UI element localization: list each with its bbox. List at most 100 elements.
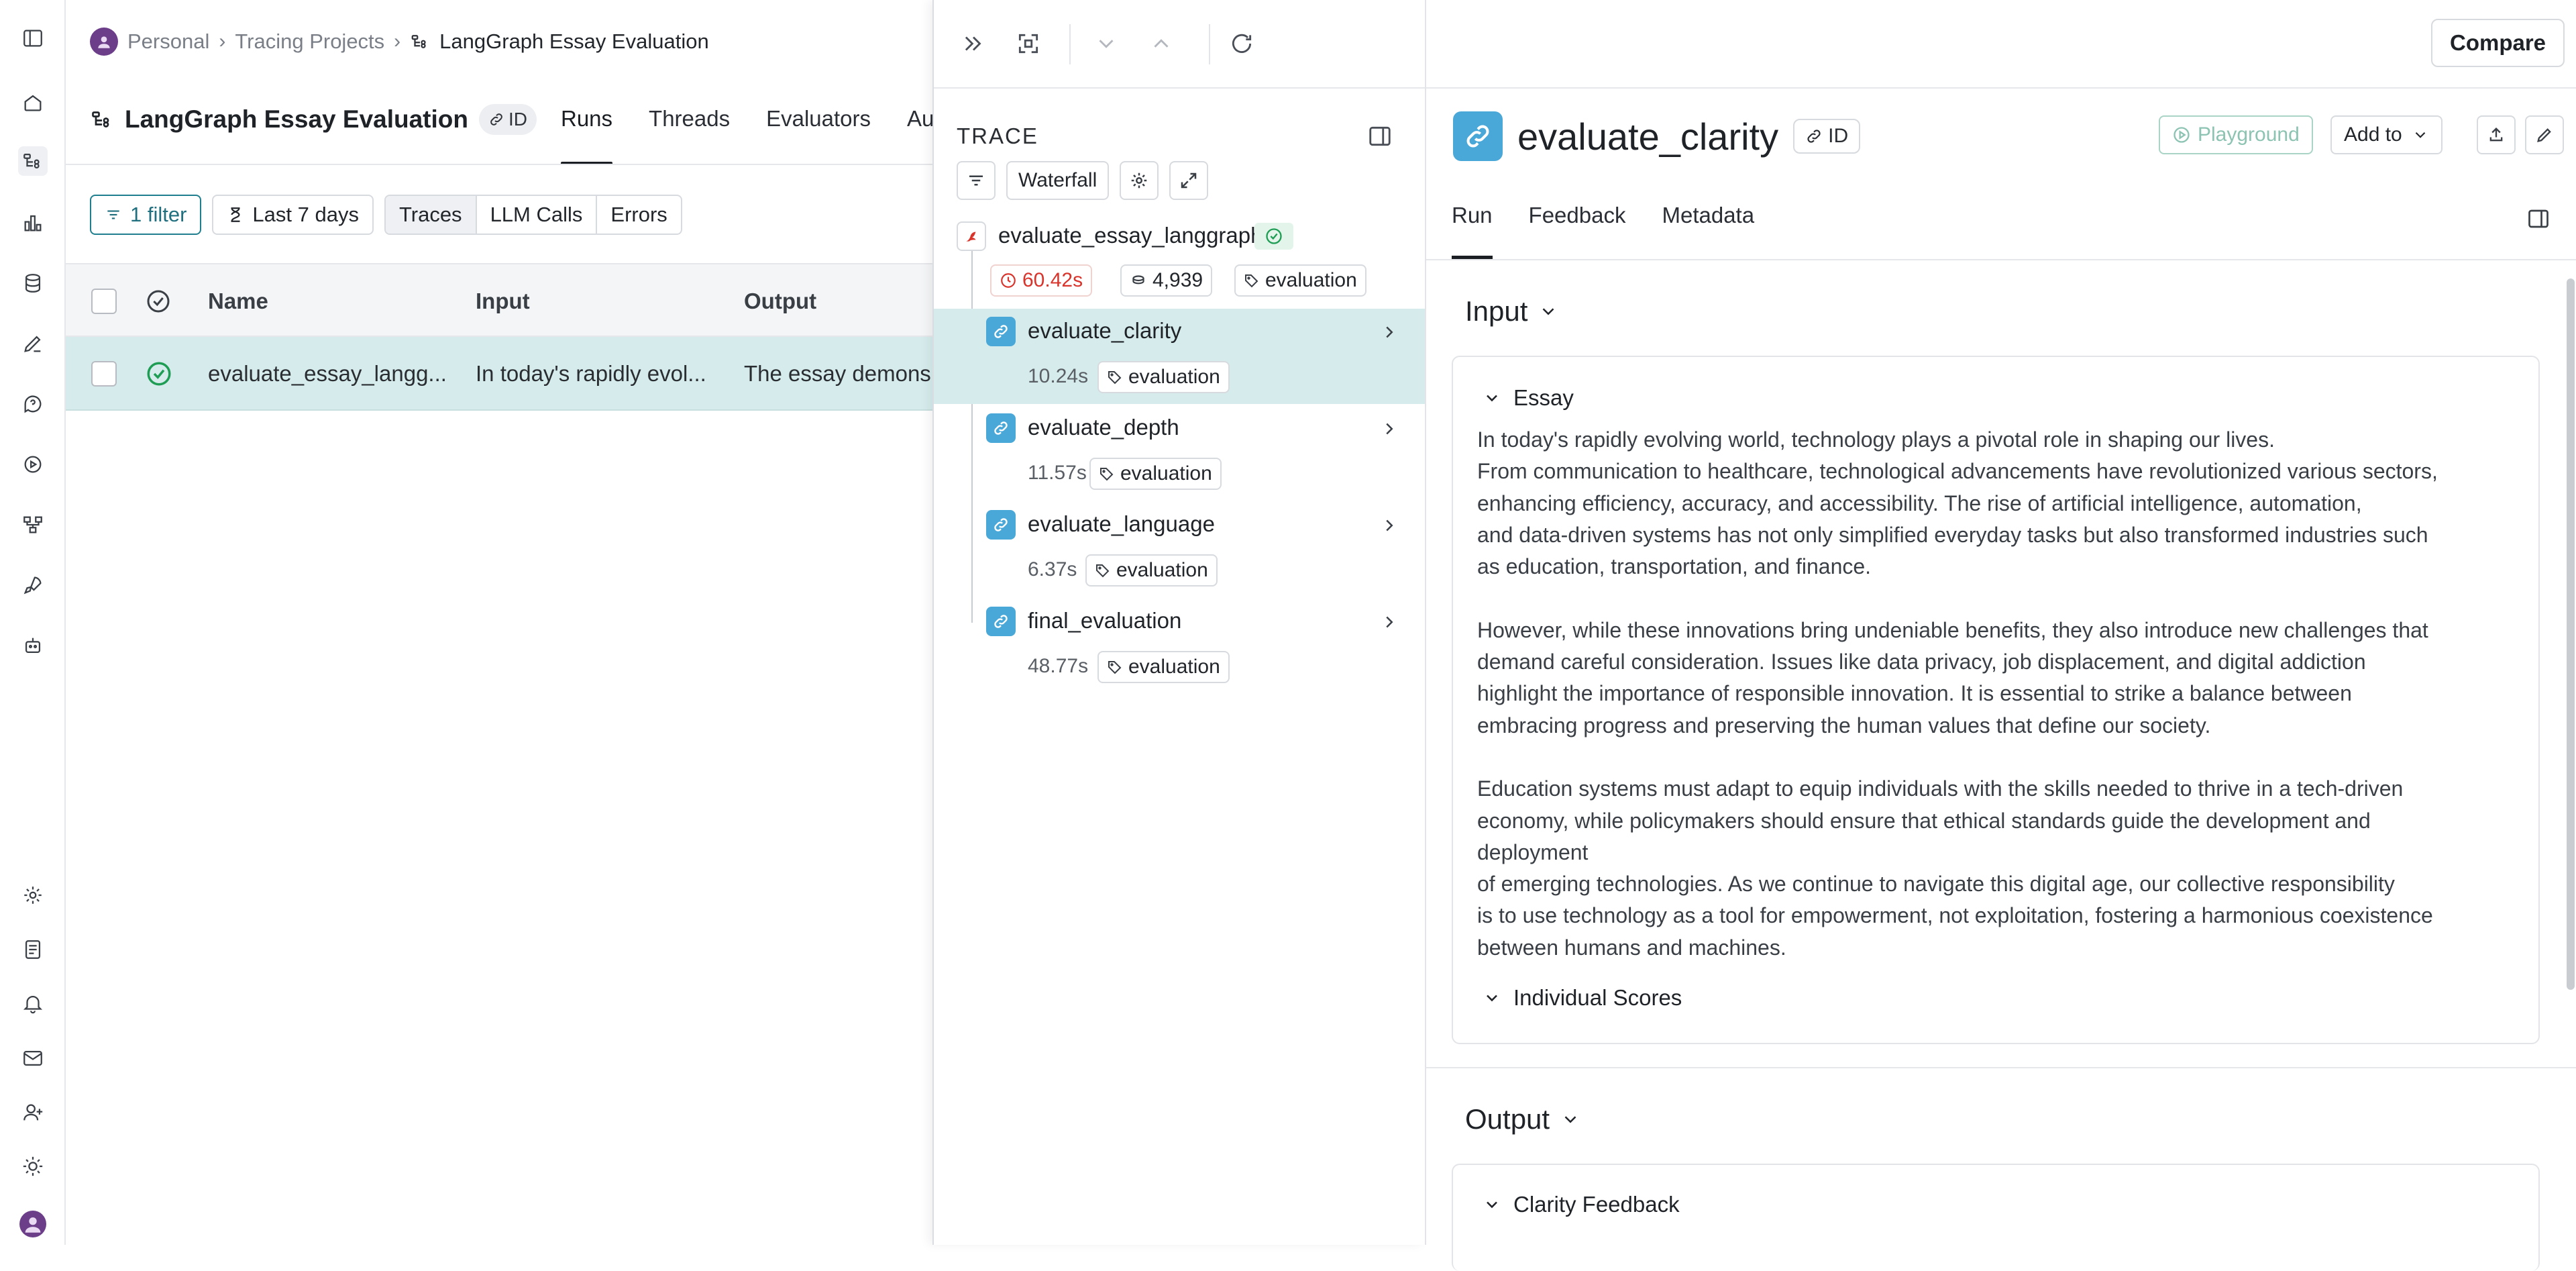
trace-node-evaluate-language[interactable]: evaluate_language [1028,511,1215,537]
graph-icon[interactable] [18,510,48,540]
icon-rail [0,0,66,1245]
pencil-icon [2537,128,2551,142]
notifications-icon[interactable] [18,988,48,1018]
trace-node-final-evaluation[interactable]: final_evaluation [1028,608,1181,633]
essay-toggle[interactable]: Essay [1483,385,1574,411]
table-row[interactable]: evaluate_essay_langg... In today's rapid… [66,337,932,411]
mail-icon[interactable] [18,1044,48,1073]
edit-button[interactable] [2525,115,2564,154]
trace-settings-button[interactable] [1120,161,1159,200]
tag-icon [1100,468,1114,481]
root-tag: evaluation [1234,264,1366,297]
toggle-sidebar-icon[interactable] [1363,119,1397,153]
run-id-button[interactable]: ID [1793,119,1861,154]
tag-icon [1096,564,1110,578]
trace-root-name[interactable]: evaluate_essay_langgraph [998,223,1263,248]
output-section-toggle[interactable]: Output [1465,1103,1580,1135]
add-to-button[interactable]: Add to [2330,115,2443,154]
theme-icon[interactable] [18,1152,48,1181]
trace-expand-button[interactable] [1169,161,1209,200]
expand-icon[interactable] [1012,27,1045,60]
status-column-icon [145,264,172,338]
node-tag-label: evaluation [1116,559,1208,581]
column-output[interactable]: Output [744,264,816,338]
add-user-icon[interactable] [18,1098,48,1127]
annotation-icon[interactable] [18,329,48,358]
previous-run-icon[interactable] [1144,27,1178,60]
refresh-icon[interactable] [1225,27,1258,60]
filter-button[interactable]: 1 filter [90,195,202,235]
breadcrumb-workspace[interactable]: Personal [127,30,209,54]
trace-panel: TRACE Waterfall evaluate_essay_langgraph… [932,0,1426,1245]
side-panel-toggle-icon[interactable] [2526,207,2553,234]
monitoring-icon[interactable] [18,208,48,238]
compare-button[interactable]: Compare [2431,19,2565,67]
node-tag: evaluation [1097,651,1230,683]
toggle-errors[interactable]: Errors [597,196,680,234]
share-button[interactable] [2477,115,2516,154]
column-input[interactable]: Input [476,264,530,338]
home-icon[interactable] [18,88,48,117]
gear-icon [1132,172,1147,189]
tab-runs[interactable]: Runs [561,101,613,165]
tab-feedback[interactable]: Feedback [1529,195,1626,259]
filter-icon [107,210,119,219]
project-header: LangGraph Essay Evaluation ID [90,101,537,138]
run-type-toggle: Traces LLM Calls Errors [384,195,682,235]
detail-scrollbar[interactable] [2567,278,2575,990]
sidebar-toggle-icon[interactable] [18,23,48,53]
tag-icon [1245,274,1258,288]
toggle-traces[interactable]: Traces [385,196,477,234]
chevron-right-icon[interactable] [1379,419,1399,439]
tab-evaluators[interactable]: Evaluators [766,101,871,165]
chevron-right-icon[interactable] [1379,322,1399,342]
waterfall-button[interactable]: Waterfall [1006,161,1110,200]
breadcrumb-separator-icon: › [219,30,226,52]
langgraph-icon [957,221,986,251]
row-checkbox[interactable] [91,337,117,411]
tracing-icon[interactable] [18,146,48,176]
column-name[interactable]: Name [208,264,268,338]
time-range-button[interactable]: Last 7 days [212,195,374,235]
select-all-checkbox[interactable] [91,264,117,338]
datasets-icon[interactable] [18,268,48,298]
input-section-toggle[interactable]: Input [1465,295,1558,327]
project-id-button[interactable]: ID [478,104,537,135]
chevron-right-icon[interactable] [1379,515,1399,536]
trace-node-evaluate-clarity[interactable]: evaluate_clarity [1028,318,1181,344]
deployments-icon[interactable] [18,450,48,479]
run-detail-panel: Compare evaluate_clarity ID Playground A… [1425,0,2576,1271]
tab-threads[interactable]: Threads [649,101,730,165]
chevron-right-icon[interactable] [1379,612,1399,632]
workspace-avatar-icon [90,28,118,56]
upload-icon [2489,128,2503,142]
essay-text: In today's rapidly evolving world, techn… [1477,427,2438,960]
toggle-llm-calls[interactable]: LLM Calls [477,196,598,234]
root-tokens: 4,939 [1152,269,1203,291]
breadcrumb-section[interactable]: Tracing Projects [235,30,384,54]
tag-icon [1108,371,1122,385]
chevron-down-icon [1487,995,1497,1002]
settings-icon[interactable] [18,880,48,910]
chevron-down-icon [1543,308,1554,315]
playground-button[interactable]: Playground [2159,115,2313,154]
docs-icon[interactable] [18,935,48,964]
next-run-icon[interactable] [1089,27,1123,60]
trace-node-evaluate-depth[interactable]: evaluate_depth [1028,415,1179,440]
prompts-icon[interactable] [18,389,48,419]
clarity-feedback-toggle[interactable]: Clarity Feedback [1483,1192,1680,1217]
tab-run[interactable]: Run [1452,195,1493,259]
root-tokens-badge: 4,939 [1120,264,1213,297]
id-label: ID [508,109,527,130]
trace-filter-button[interactable] [957,161,996,200]
tab-metadata[interactable]: Metadata [1662,195,1754,259]
clock-icon [1001,273,1016,288]
bot-icon[interactable] [18,631,48,660]
individual-scores-toggle[interactable]: Individual Scores [1483,985,1682,1011]
tabs-divider [66,164,932,165]
breadcrumb-project[interactable]: LangGraph Essay Evaluation [439,30,709,54]
collapse-panel-icon[interactable] [957,27,990,60]
rocket-icon[interactable] [18,570,48,600]
user-avatar[interactable] [18,1209,48,1239]
output-card: Clarity Feedback [1452,1164,2540,1271]
